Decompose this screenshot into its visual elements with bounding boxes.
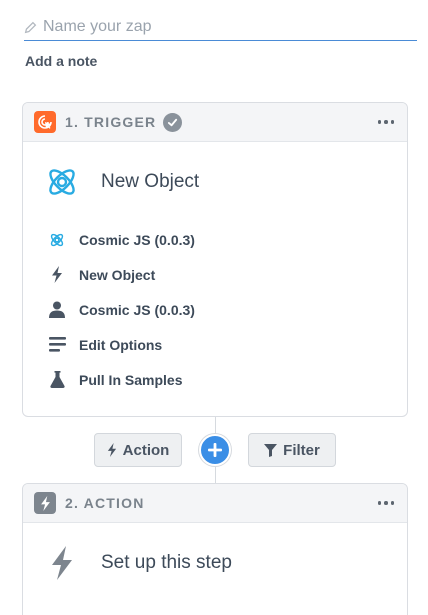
trigger-card-header[interactable]: 1. TRIGGER (23, 103, 407, 142)
trigger-step-list: Cosmic JS (0.0.3) New Object Cosmic JS (… (23, 222, 407, 397)
action-card-header[interactable]: 2. ACTION (23, 484, 407, 523)
zap-name-input[interactable] (43, 18, 403, 36)
more-options-icon[interactable] (376, 493, 396, 513)
user-icon (48, 301, 66, 319)
list-item-trigger-event[interactable]: New Object (48, 257, 407, 292)
list-item-label: Cosmic JS (0.0.3) (79, 301, 195, 318)
pencil-icon (24, 21, 37, 33)
add-note-link[interactable]: Add a note (25, 53, 97, 69)
more-options-icon[interactable] (376, 112, 396, 132)
list-item-label: Cosmic JS (0.0.3) (79, 231, 195, 248)
add-action-label: Action (122, 441, 170, 459)
action-title-row[interactable]: Set up this step (23, 523, 407, 603)
plus-icon (208, 443, 222, 457)
list-item-samples[interactable]: Pull In Samples (48, 362, 407, 397)
lightning-icon (34, 492, 56, 514)
list-item-account[interactable]: Cosmic JS (0.0.3) (48, 292, 407, 327)
step-label: 2. ACTION (65, 495, 145, 511)
lightning-icon (107, 443, 116, 457)
trigger-title: New Object (101, 171, 200, 192)
lightning-icon (45, 546, 79, 580)
filter-icon (264, 443, 278, 457)
list-item-label: New Object (79, 266, 156, 283)
list-item-label: Edit Options (79, 336, 163, 353)
list-item-app[interactable]: Cosmic JS (0.0.3) (48, 222, 407, 257)
flask-icon (48, 371, 66, 389)
cosmic-js-icon (48, 231, 66, 249)
options-icon (48, 336, 66, 354)
cosmic-js-icon (45, 165, 79, 199)
cursor-click-icon (34, 111, 56, 133)
add-filter-button[interactable]: Filter (248, 433, 336, 467)
zap-name-field[interactable] (24, 14, 417, 41)
trigger-card: 1. TRIGGER New Object Cosmic JS (0.0.3) … (22, 102, 408, 417)
add-filter-label: Filter (283, 441, 320, 459)
check-icon (163, 112, 183, 132)
lightning-icon (48, 266, 66, 284)
list-item-options[interactable]: Edit Options (48, 327, 407, 362)
add-action-button[interactable]: Action (94, 433, 182, 467)
trigger-title-row[interactable]: New Object (23, 142, 407, 222)
zap-editor: Add a note 1. TRIGGER (0, 0, 428, 615)
step-label: 1. TRIGGER (65, 114, 157, 130)
list-item-label: Pull In Samples (79, 371, 183, 388)
action-card: 2. ACTION Set up this step (22, 483, 408, 615)
add-step-button[interactable] (199, 434, 231, 466)
action-title: Set up this step (101, 552, 232, 573)
